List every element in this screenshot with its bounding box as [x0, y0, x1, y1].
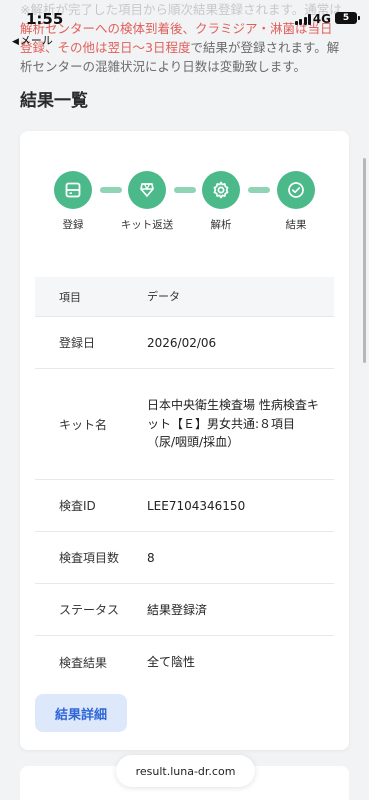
row-key: ステータス — [59, 603, 120, 617]
step-kit-return: キット返送 — [117, 171, 177, 232]
step-label: キット返送 — [120, 219, 174, 231]
step-register: 登録 — [43, 171, 103, 232]
header-value: データ — [147, 289, 180, 303]
step-label: 結果 — [285, 219, 307, 231]
back-to-mail-link[interactable]: ◀メール — [12, 32, 53, 48]
result-table: 項目 データ 登録日 2026/02/06 キット名 日本中央衛生検査場 性病検… — [35, 277, 334, 688]
row-value: LEE7104346150 — [147, 498, 246, 513]
result-card: 登録 キット返送 解析 結果 項目 データ 登録日 2026/02/06 キット… — [20, 131, 349, 750]
row-value: 2026/02/06 — [147, 335, 217, 350]
register-icon — [54, 171, 92, 209]
row-value: 8 — [147, 550, 155, 565]
table-header-row: 項目 データ — [35, 277, 334, 317]
table-row: 検査項目数 8 — [35, 532, 334, 584]
result-check-icon — [277, 171, 315, 209]
row-key: 検査結果 — [59, 655, 108, 670]
step-result: 結果 — [266, 171, 326, 232]
notice-line-4: 析センターの混雑状況により日数は変動致します。 — [20, 59, 307, 74]
step-label: 解析 — [210, 219, 232, 231]
result-detail-button[interactable]: 結果詳細 — [35, 694, 127, 732]
table-row: 検査結果 全て陰性 — [35, 636, 334, 688]
status-time: 1:55 — [26, 10, 64, 28]
section-title: 結果一覧 — [20, 91, 88, 111]
battery-icon: 5 — [335, 12, 360, 24]
status-bar: 1:55 ◀メール 4G 5 — [0, 0, 369, 48]
progress-steps: 登録 キット返送 解析 結果 — [20, 171, 349, 241]
header-key: 項目 — [59, 290, 81, 304]
back-label: メール — [19, 34, 53, 47]
kit-return-icon — [128, 171, 166, 209]
row-key: 検査項目数 — [59, 551, 120, 565]
table-row: 登録日 2026/02/06 — [35, 317, 334, 369]
row-value: 結果登録済 — [147, 602, 208, 617]
url-bar[interactable]: result.luna-dr.com — [116, 755, 255, 787]
row-key: 検査ID — [59, 499, 96, 513]
table-row: ステータス 結果登録済 — [35, 584, 334, 636]
row-value: 全て陰性 — [147, 655, 196, 669]
back-triangle-icon: ◀ — [12, 37, 19, 47]
row-value: 日本中央衛生検査場 性病検査キット【Ｅ】男女共通:８項目（尿/咽頭/採血） — [147, 398, 319, 450]
network-type: 4G — [312, 12, 331, 26]
step-analysis: 解析 — [191, 171, 251, 232]
signal-icon — [294, 14, 311, 25]
row-key: 登録日 — [59, 336, 96, 350]
row-key: キット名 — [59, 417, 108, 432]
analysis-gear-icon — [202, 171, 240, 209]
scrollbar[interactable] — [363, 158, 366, 363]
table-row: キット名 日本中央衛生検査場 性病検査キット【Ｅ】男女共通:８項目（尿/咽頭/採… — [35, 369, 334, 480]
step-label: 登録 — [62, 219, 84, 231]
table-row: 検査ID LEE7104346150 — [35, 480, 334, 532]
